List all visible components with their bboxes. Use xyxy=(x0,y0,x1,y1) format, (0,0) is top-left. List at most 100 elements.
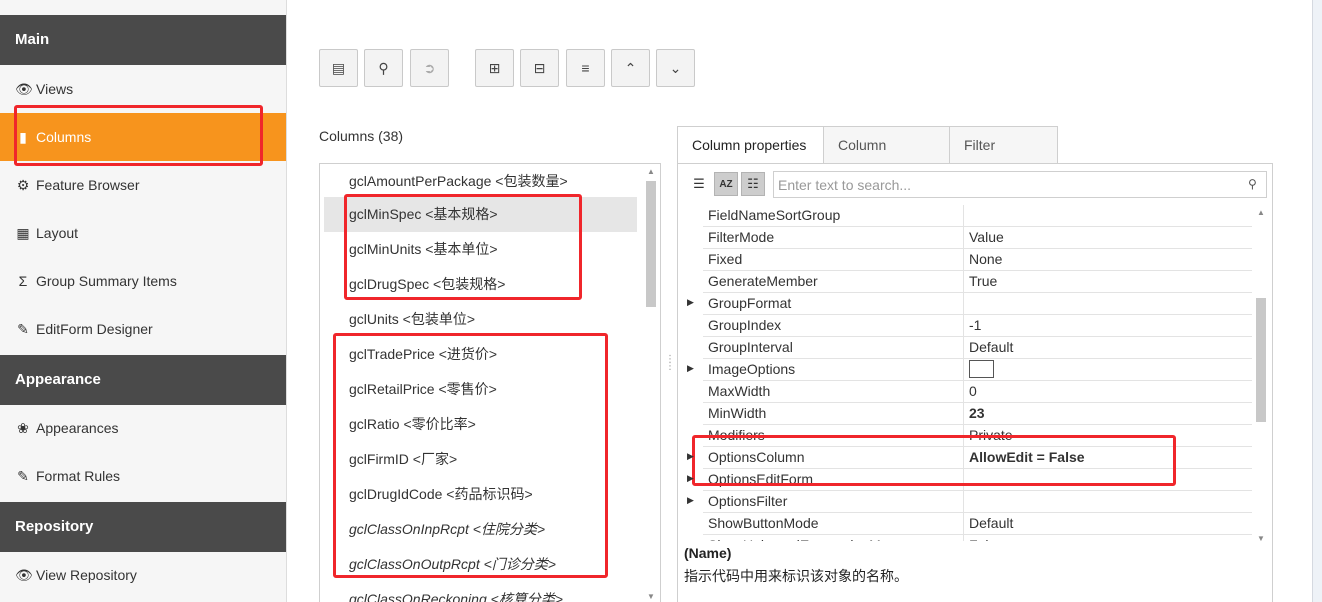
gear-icon: ⚙ xyxy=(16,177,30,193)
property-value[interactable]: Default xyxy=(964,337,1252,358)
property-value[interactable]: Private xyxy=(964,425,1252,446)
list-item[interactable]: gclClassOnReckoning <核算分类> xyxy=(324,582,637,602)
property-value[interactable] xyxy=(964,491,1252,512)
sidebar-item-label: Group Summary Items xyxy=(36,273,177,289)
scroll-down-icon[interactable]: ▼ xyxy=(645,592,657,601)
sidebar-item-view-repository[interactable]: 👁 View Repository xyxy=(0,551,286,599)
property-row[interactable]: Modifiers Private xyxy=(703,425,1252,447)
expand-arrow-icon[interactable]: ▶ xyxy=(687,358,697,379)
sigma-icon: Σ xyxy=(18,273,28,289)
property-row[interactable]: MinWidth 23 xyxy=(703,403,1252,425)
scroll-up-icon[interactable]: ▲ xyxy=(1255,208,1267,217)
property-row[interactable]: OptionsFilter xyxy=(703,491,1252,513)
list-item[interactable]: gclDrugIdCode <药品标识码> xyxy=(324,477,637,512)
show-field-list-button[interactable]: ▤ xyxy=(319,49,358,87)
list-item[interactable]: gclClassOnInpRcpt <住院分类> xyxy=(324,512,637,547)
list-item[interactable]: gclTradePrice <进货价> xyxy=(324,337,637,372)
list-item[interactable]: gclAmountPerPackage <包装数量> xyxy=(324,164,637,199)
property-row[interactable]: GroupFormat xyxy=(703,293,1252,315)
sidebar-item-layout[interactable]: ▦ Layout xyxy=(0,209,286,257)
property-value[interactable]: Default xyxy=(964,513,1252,534)
property-name: FilterMode xyxy=(703,227,964,248)
tab-filter-options[interactable]: Filter options xyxy=(949,126,1058,190)
scroll-down-icon[interactable]: ▼ xyxy=(1255,534,1267,543)
property-row[interactable]: OptionsColumn AllowEdit = False xyxy=(703,447,1252,469)
list-item[interactable]: gclMinSpec <基本规格> xyxy=(324,197,637,232)
list-item[interactable]: gclDrugSpec <包装规格> xyxy=(324,267,637,302)
remove-column-button[interactable]: ≡ xyxy=(566,49,605,87)
retrieve-fields-button[interactable]: ➲ xyxy=(410,49,449,87)
move-up-button[interactable]: ⌃ xyxy=(611,49,650,87)
scroll-up-icon[interactable]: ▲ xyxy=(645,167,657,176)
list-item[interactable]: gclFirmID <厂家> xyxy=(324,442,637,477)
list-item[interactable]: gclRetailPrice <零售价> xyxy=(324,372,637,407)
property-name: OptionsFilter xyxy=(703,491,964,512)
move-down-button[interactable]: ⌄ xyxy=(656,49,695,87)
splitter-handle[interactable]: ⋮ ⋮ xyxy=(665,355,675,372)
property-row[interactable]: ImageOptions xyxy=(703,359,1252,381)
property-value[interactable] xyxy=(964,469,1252,490)
property-value[interactable]: 0 xyxy=(964,381,1252,402)
property-name: MinWidth xyxy=(703,403,964,424)
property-value[interactable]: -1 xyxy=(964,315,1252,336)
sidebar-item-group-summary-items[interactable]: Σ Group Summary Items xyxy=(0,257,286,305)
scrollbar-thumb[interactable] xyxy=(646,181,656,307)
image-options-swatch[interactable] xyxy=(969,360,994,379)
property-name: FieldNameSortGroup xyxy=(703,205,964,226)
insert-column-button[interactable]: ⊟ xyxy=(520,49,559,87)
property-row[interactable]: GroupIndex -1 xyxy=(703,315,1252,337)
property-pages-button[interactable]: ☷ xyxy=(741,172,765,196)
expand-arrow-icon[interactable]: ▶ xyxy=(687,292,697,313)
property-row[interactable]: Fixed None xyxy=(703,249,1252,271)
columns-scrollbar[interactable]: ▲ ▼ xyxy=(645,164,657,602)
layout-icon: ▦ xyxy=(16,225,30,241)
property-pages-icon: ☷ xyxy=(747,176,759,191)
property-name: MaxWidth xyxy=(703,381,964,402)
property-value[interactable]: None xyxy=(964,249,1252,270)
eye-icon: 👁 xyxy=(15,567,33,583)
property-row[interactable]: FieldNameSortGroup xyxy=(703,205,1252,227)
property-row[interactable]: FilterMode Value xyxy=(703,227,1252,249)
columns-list[interactable]: gclAmountPerPackage <包装数量> gclMinSpec <基… xyxy=(319,163,661,602)
property-row[interactable]: ShowButtonMode Default xyxy=(703,513,1252,535)
sidebar-item-views[interactable]: 👁 Views xyxy=(0,65,286,113)
sidebar-item-editform-designer[interactable]: ✎ EditForm Designer xyxy=(0,305,286,353)
categorized-view-button[interactable]: ☰ xyxy=(687,172,711,196)
property-value[interactable]: False xyxy=(964,535,1252,541)
property-row[interactable]: GenerateMember True xyxy=(703,271,1252,293)
alphabetical-sort-button[interactable]: AZ xyxy=(714,172,738,196)
sidebar-item-feature-browser[interactable]: ⚙ Feature Browser xyxy=(0,161,286,209)
property-value[interactable]: AllowEdit = False xyxy=(964,447,1252,468)
sidebar-item-format-rules[interactable]: ✎ Format Rules xyxy=(0,452,286,500)
sidebar-item-columns[interactable]: ▮ Columns xyxy=(0,113,286,161)
property-search-input[interactable] xyxy=(773,171,1267,198)
property-value[interactable]: 23 xyxy=(964,403,1252,424)
scrollbar-thumb[interactable] xyxy=(1256,298,1266,422)
property-value[interactable]: Value xyxy=(964,227,1252,248)
property-name: ImageOptions xyxy=(703,359,964,380)
property-row[interactable]: GroupInterval Default xyxy=(703,337,1252,359)
categorized-icon: ☰ xyxy=(693,176,705,191)
property-value[interactable] xyxy=(964,205,1252,226)
list-item[interactable]: gclRatio <零价比率> xyxy=(324,407,637,442)
property-value[interactable]: True xyxy=(964,271,1252,292)
property-row[interactable]: OptionsEditForm xyxy=(703,469,1252,491)
property-grid-scrollbar[interactable]: ▲ ▼ xyxy=(1255,205,1267,543)
tab-column-options[interactable]: Column options xyxy=(823,126,950,190)
property-value[interactable] xyxy=(964,359,1252,380)
property-row[interactable]: ShowUnboundExpressionMenuFalse xyxy=(703,535,1252,541)
expand-arrow-icon[interactable]: ▶ xyxy=(687,446,697,467)
property-value[interactable] xyxy=(964,293,1252,314)
list-item[interactable]: gclUnits <包装单位> xyxy=(324,302,637,337)
list-item[interactable]: gclMinUnits <基本单位> xyxy=(324,232,637,267)
tab-column-properties[interactable]: Column properties xyxy=(677,126,824,164)
sidebar-item-appearances[interactable]: ❀ Appearances xyxy=(0,404,286,452)
expand-arrow-icon[interactable]: ▶ xyxy=(687,468,697,489)
section-header-main: Main xyxy=(0,15,286,65)
expand-arrow-icon[interactable]: ▶ xyxy=(687,490,697,511)
list-item[interactable]: gclClassOnOutpRcpt <门诊分类> xyxy=(324,547,637,582)
sidebar-item-label: Feature Browser xyxy=(36,177,140,193)
add-column-button[interactable]: ⊞ xyxy=(475,49,514,87)
find-button[interactable]: ⚲ xyxy=(364,49,403,87)
property-row[interactable]: MaxWidth 0 xyxy=(703,381,1252,403)
